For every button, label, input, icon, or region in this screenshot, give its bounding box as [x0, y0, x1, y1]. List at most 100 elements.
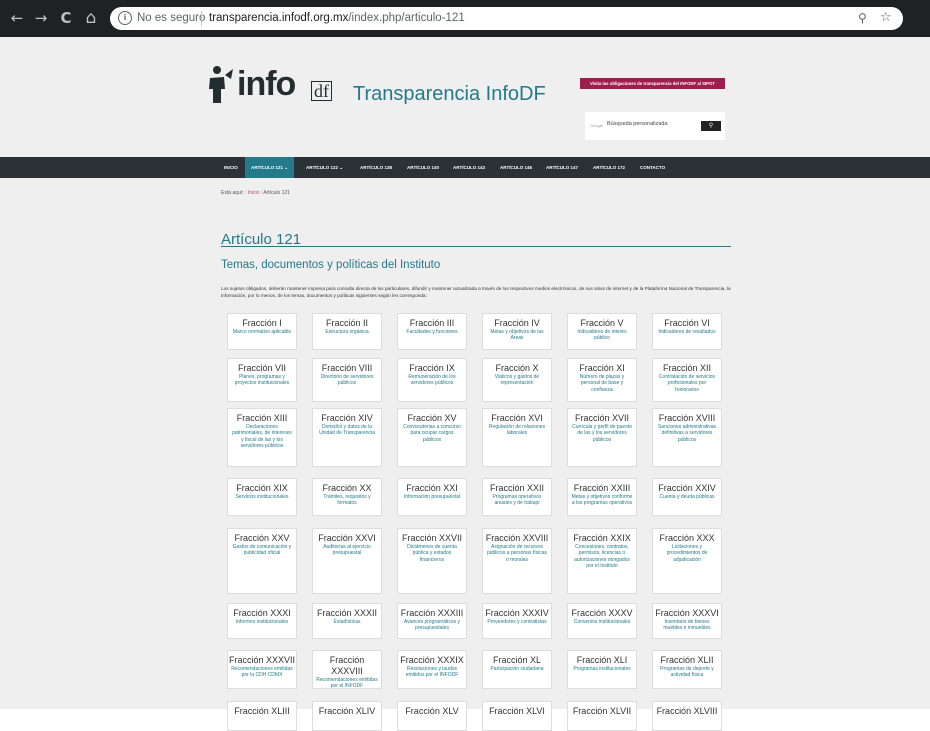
fraccion-card[interactable]: Fracción XLIII: [227, 701, 297, 731]
nav-articulo-138[interactable]: ARTÍCULO 138: [360, 157, 392, 178]
fraccion-card[interactable]: Fracción II Estructura orgánica: [312, 313, 382, 350]
fraccion-card[interactable]: Fracción XLV: [397, 701, 467, 731]
fraccion-description: Asignación de recursos públicos a person…: [486, 544, 548, 563]
fraccion-card[interactable]: Fracción XLIV: [312, 701, 382, 731]
fraccion-number: Fracción XXVI: [318, 533, 376, 543]
forward-arrow-icon[interactable]: →: [32, 9, 50, 27]
fraccion-number: Fracción V: [580, 318, 624, 328]
fraccion-card[interactable]: Fracción XL Participación ciudadana: [482, 650, 552, 689]
nav-articulo-172[interactable]: ARTÍCULO 172: [593, 157, 625, 178]
fraccion-number: Fracción XXXVII: [228, 655, 296, 665]
breadcrumb-home-link[interactable]: Inicio: [248, 190, 260, 196]
search-input[interactable]: Búsqueda personalizada: [607, 121, 668, 127]
fraccion-description: Resoluciones y laudos emitidos por el IN…: [405, 666, 459, 679]
fraccion-card[interactable]: Fracción XXVI Auditorías al ejercicio pre…: [312, 528, 382, 594]
fraccion-card[interactable]: Fracción XXII Programas operativos anuale…: [482, 478, 552, 516]
fraccion-card[interactable]: Fracción XIII Declaraciones patrimoniales…: [227, 408, 297, 467]
fraccion-card[interactable]: Fracción IX Remuneración de los servidore…: [397, 358, 467, 402]
fraccion-card[interactable]: Fracción XXXIX Resoluciones y laudos emit…: [397, 650, 467, 689]
fraccion-card[interactable]: Fracción I Marco normativo aplicable: [227, 313, 297, 350]
fraccion-card[interactable]: Fracción XXIV Cuenta y deuda públicas: [652, 478, 722, 516]
fraccion-card[interactable]: Fracción XXIX Concesiones, contratos, per…: [567, 528, 637, 594]
breadcrumb: Está aquí: / Inicio / Artículo 121: [221, 190, 290, 196]
nav-articulo-122[interactable]: ARTÍCULO 122 ⌄: [306, 157, 343, 178]
fraccion-card[interactable]: Fracción XIX Servicios institucionales: [227, 478, 297, 516]
fraccion-card[interactable]: Fracción XX Trámites, requisitos y format…: [312, 478, 382, 516]
fraccion-number: Fracción XIV: [321, 413, 373, 423]
fraccion-card[interactable]: Fracción XXV Gastos de comunicación y pub…: [227, 528, 297, 594]
logo-suffix: df: [311, 81, 332, 101]
fraccion-card[interactable]: Fracción XXIII Metas y objetivos conforme…: [567, 478, 637, 516]
nav-articulo-143[interactable]: ARTÍCULO 143: [453, 157, 485, 178]
fraccion-description: Convocatorias a concurso para ocupar car…: [403, 424, 461, 443]
fraccion-number: Fracción XXXV: [571, 608, 633, 618]
fraccion-card[interactable]: Fracción VII Planes, programas y proyecto…: [227, 358, 297, 402]
fraccion-card[interactable]: Fracción XV Convocatorias a concurso para…: [397, 408, 467, 467]
url-path: /index.php/articulo-121: [348, 12, 465, 24]
fraccion-card[interactable]: Fracción III Facultades y funciones: [397, 313, 467, 350]
fraccion-description: Cuenta y deuda públicas: [659, 494, 715, 500]
address-bar[interactable]: i No es seguro transparencia.infodf.org.…: [110, 7, 903, 30]
fraccion-description: Declaraciones patrimoniales, de interese…: [232, 424, 292, 449]
fraccion-card[interactable]: Fracción XIV Domicilio y datos de la Unid…: [312, 408, 382, 467]
fraccion-description: Directorio de servidores públicos: [320, 374, 374, 387]
fraccion-card[interactable]: Fracción XXXVIII Recomendaciones emitidas…: [312, 650, 382, 689]
title-divider: [221, 246, 731, 247]
fraccion-card[interactable]: Fracción XXX Licitaciones y procedimiento…: [652, 528, 722, 594]
infodf-logo[interactable]: info df: [207, 61, 347, 111]
fraccion-card[interactable]: Fracción XVII Currícula y perfil de puest…: [567, 408, 637, 467]
bookmark-star-icon[interactable]: ☆: [880, 10, 892, 25]
nav-articulo-146[interactable]: ARTÍCULO 146: [500, 157, 532, 178]
fraccion-card[interactable]: Fracción XI Número de plazas y personal d…: [567, 358, 637, 402]
fraccion-card[interactable]: Fracción XXXVII Recomendaciones emitidas …: [227, 650, 297, 689]
url-text[interactable]: transparencia.infodf.org.mx/index.php/ar…: [209, 12, 465, 24]
fraccion-number: Fracción XV: [407, 413, 457, 423]
fraccion-number: Fracción XXII: [489, 483, 545, 493]
fraccion-card[interactable]: Fracción XXXI Informes institucionales: [227, 603, 297, 639]
fraccion-number: Fracción XLI: [576, 655, 628, 665]
fraccion-card[interactable]: Fracción VI Indicadores de resultados: [652, 313, 722, 350]
fraccion-card[interactable]: Fracción XXXIV Proveedores y contratistas: [482, 603, 552, 639]
fraccion-description: Marco normativo aplicable: [232, 329, 292, 335]
back-arrow-icon[interactable]: ←: [8, 9, 26, 27]
nav-contacto[interactable]: CONTACTO: [640, 157, 665, 178]
fraccion-card[interactable]: Fracción XLVIII: [652, 701, 722, 731]
security-status: No es seguro: [137, 12, 206, 24]
fraccion-card[interactable]: Fracción V Indicadores de interés público: [567, 313, 637, 350]
fraccion-card[interactable]: Fracción XLI Programas institucionales: [567, 650, 637, 689]
nav-inicio[interactable]: INICIO: [224, 157, 238, 178]
fraccion-description: Inventario de bienes muebles e inmuebles: [663, 619, 711, 632]
fraccion-number: Fracción II: [325, 318, 368, 328]
fraccion-card[interactable]: Fracción XVIII Sanciones administrativas …: [652, 408, 722, 467]
fraccion-card[interactable]: Fracción XXVII Dictámenes de cuenta públi…: [397, 528, 467, 594]
fraccion-description: Planes, programas y proyectos institucio…: [234, 374, 290, 387]
fraccion-number: Fracción XIII: [236, 413, 288, 423]
fraccion-card[interactable]: Fracción XXXVI Inventario de bienes muebl…: [652, 603, 722, 639]
fraccion-card[interactable]: Fracción XXI Información presupuestal: [397, 478, 467, 516]
fraccion-card[interactable]: Fracción XLVI: [482, 701, 552, 731]
nav-articulo-147[interactable]: ARTÍCULO 147: [546, 157, 578, 178]
nav-articulo-140[interactable]: ARTÍCULO 140: [407, 157, 439, 178]
fraccion-description: Servicios institucionales: [235, 494, 289, 500]
fraccion-description: Programas de deporte y actividad física: [660, 666, 714, 679]
fraccion-card[interactable]: Fracción XXXIII Avances programáticos y p…: [397, 603, 467, 639]
fraccion-description: Participación ciudadana: [490, 666, 544, 672]
fraccion-card[interactable]: Fracción XXXV Convenios institucionales: [567, 603, 637, 639]
fraccion-card[interactable]: Fracción XLII Programas de deporte y acti…: [652, 650, 722, 689]
fraccion-card[interactable]: Fracción XXXII Estadísticas: [312, 603, 382, 639]
fraccion-card[interactable]: Fracción XXVIII Asignación de recursos pú…: [482, 528, 552, 594]
fraccion-card[interactable]: Fracción XII Contratación de servicios pr…: [652, 358, 722, 402]
nav-articulo-121[interactable]: ARTÍCULO 121 ⌄: [245, 157, 295, 178]
fraccion-card[interactable]: Fracción IV Metas y objetivos de las Área…: [482, 313, 552, 350]
home-icon[interactable]: ⌂: [82, 9, 100, 27]
sipot-button[interactable]: Visita las obligaciones de transparencia…: [580, 78, 725, 89]
fraccion-card[interactable]: Fracción XLVII: [567, 701, 637, 731]
fraccion-card[interactable]: Fracción X Viáticos y gastos de represent…: [482, 358, 552, 402]
search-button[interactable]: ⚲: [701, 121, 721, 131]
zoom-icon[interactable]: ⚲: [858, 11, 867, 25]
fraccion-card[interactable]: Fracción XVI Regulación de relaciones lab…: [482, 408, 552, 467]
reload-icon[interactable]: C: [57, 9, 75, 27]
fraccion-card[interactable]: Fracción VIII Directorio de servidores pú…: [312, 358, 382, 402]
fraccion-number: Fracción XLVI: [489, 706, 545, 716]
site-info-icon[interactable]: i: [118, 11, 132, 25]
